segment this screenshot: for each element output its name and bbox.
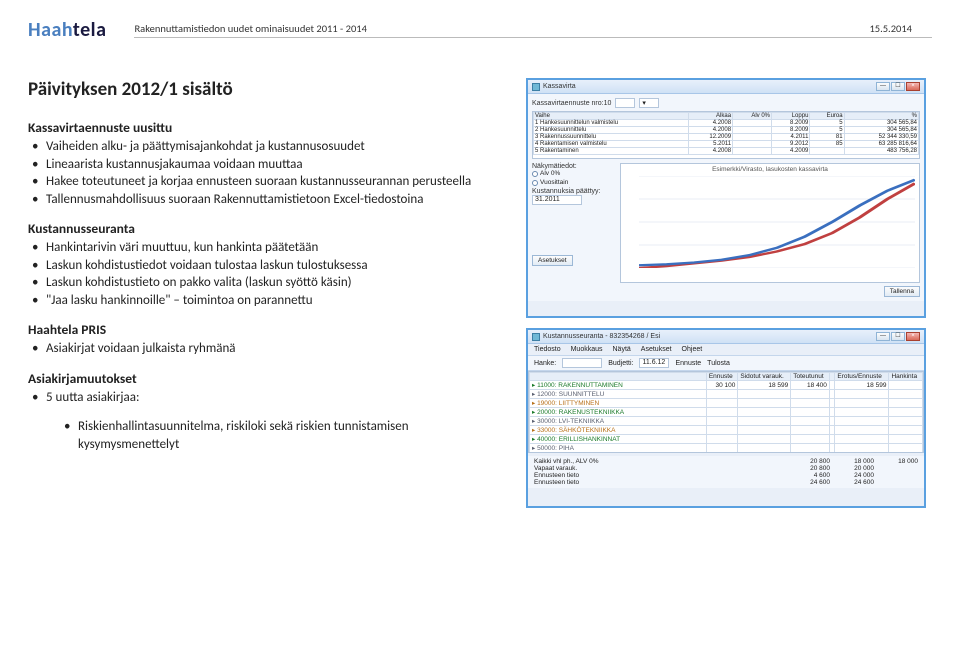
field[interactable]: [562, 358, 602, 368]
list-item: Tallennusmahdollisuus suoraan Rakennutta…: [32, 191, 508, 209]
table-row[interactable]: ▸ 12000: SUUNNITTELU: [530, 390, 923, 399]
summary-panel: Kaikki vhl ph., ALV 0%20 80018 00018 000…: [528, 456, 924, 488]
menu-item[interactable]: Tiedosto: [534, 346, 561, 353]
cost-list: EnnusteSidotut varauk.ToteutunutErotus/E…: [528, 371, 924, 453]
section-kustannusseuranta-list: Hankintarivin väri muuttuu, kun hankinta…: [32, 239, 508, 309]
section-kassavirta-heading: Kassavirtaennuste uusittu: [28, 119, 508, 136]
menu-item[interactable]: Ohjeet: [682, 346, 703, 353]
menubar: Tiedosto Muokkaus Näytä Asetukset Ohjeet: [528, 344, 924, 356]
table-row: 1 Hankesuunnittelun valmistelu4.20088.20…: [534, 120, 919, 127]
list-item: Laskun kohdistustieto on pakko valita (l…: [32, 274, 508, 292]
list-item: Vaiheiden alku- ja päättymisajankohdat j…: [32, 138, 508, 156]
section-pris-list: Asiakirjat voidaan julkaista ryhmänä: [32, 340, 508, 358]
header-date: 15.5.2014: [869, 22, 912, 35]
table-row[interactable]: ▸ 71000: TONTTI: [530, 453, 923, 454]
window-titlebar: Kustannusseuranta - 832354268 / Esi — ☐ …: [528, 330, 924, 344]
section-muutokset-sublist: Riskienhallintasuunnitelma, riskiloki se…: [64, 418, 508, 453]
section-kustannusseuranta-heading: Kustannusseuranta: [28, 220, 508, 237]
section-kassavirta-list: Vaiheiden alku- ja päättymisajankohdat j…: [32, 138, 508, 208]
radio-vuosi[interactable]: Vuosittain: [532, 179, 616, 186]
list-item: Hankintarivin väri muuttuu, kun hankinta…: [32, 239, 508, 257]
phase-table: Vaihe Alkaa Alv 0% Loppu Euroa % 1 Hanke…: [532, 111, 920, 159]
radio-alv[interactable]: Alv 0%: [532, 170, 616, 177]
id-field-2[interactable]: ▾: [639, 98, 659, 108]
table-row[interactable]: ▸ 40000: ERILLISHANKINNAT: [530, 435, 923, 444]
menu-item[interactable]: Muokkaus: [571, 346, 603, 353]
logo: Haahtela: [28, 18, 106, 42]
window-icon: [532, 83, 540, 91]
screenshot-kassavirta: Kassavirta — ☐ × Kassavirtaennuste nro:1…: [526, 78, 926, 318]
list-item: Lineaarista kustannusjakaumaa voidaan mu…: [32, 156, 508, 174]
window-title: Kustannusseuranta - 832354268 / Esi: [543, 333, 660, 340]
save-button[interactable]: Tallenna: [884, 286, 920, 297]
list-item: 5 uutta asiakirjaa:: [32, 389, 508, 407]
window-close-button[interactable]: ×: [906, 332, 920, 341]
table-row[interactable]: ▸ 20000: RAKENUSTEKNIIKKA: [530, 408, 923, 417]
field[interactable]: 11.6.12: [639, 358, 669, 368]
table-row: 5 Rakentaminen4.20084.2009483 756,28: [534, 148, 919, 155]
table-row[interactable]: ▸ 30000: LVI-TEKNIIKKA: [530, 417, 923, 426]
section-muutokset-heading: Asiakirjamuutokset: [28, 370, 508, 387]
cashflow-chart: Esimerkki/Virasto, lasukosten kassavirta: [620, 163, 920, 283]
section-muutokset-list: 5 uutta asiakirjaa:: [32, 389, 508, 407]
header-subtitle: Rakennuttamistiedon uudet ominaisuudet 2…: [134, 22, 869, 35]
list-item: Asiakirjat voidaan julkaista ryhmänä: [32, 340, 508, 358]
header: Haahtela Rakennuttamistiedon uudet omina…: [28, 18, 932, 42]
list-item: Riskienhallintasuunnitelma, riskiloki se…: [64, 418, 508, 453]
window-titlebar: Kassavirta — ☐ ×: [528, 80, 924, 94]
window-icon: [532, 333, 540, 341]
section-pris-heading: Haahtela PRIS: [28, 321, 508, 338]
window-maximize-button[interactable]: ☐: [891, 82, 905, 91]
menu-item[interactable]: Asetukset: [641, 346, 672, 353]
header-divider: [134, 37, 932, 38]
info-row: Hanke: Budjetti: 11.6.12 Ennuste Tulosta: [528, 356, 924, 371]
page-title: Päivityksen 2012/1 sisältö: [28, 78, 508, 101]
window-maximize-button[interactable]: ☐: [891, 332, 905, 341]
window-title: Kassavirta: [543, 83, 576, 90]
date-field[interactable]: 31.2011: [532, 195, 582, 205]
id-field[interactable]: [615, 98, 635, 108]
screenshot-kustannusseuranta: Kustannusseuranta - 832354268 / Esi — ☐ …: [526, 328, 926, 508]
list-item: Laskun kohdistustiedot voidaan tulostaa …: [32, 257, 508, 275]
settings-panel: Näkymätiedot: Alv 0% Vuosittain Kustannu…: [532, 163, 616, 283]
table-row[interactable]: ▸ 19000: LIITTYMINEN: [530, 399, 923, 408]
id-label: Kassavirtaennuste nro:10: [532, 100, 611, 107]
list-item: "Jaa lasku hankinnoille" – toimintoa on …: [32, 292, 508, 310]
table-row[interactable]: ▸ 11000: RAKENNUTTAMINEN30 10018 59918 4…: [530, 381, 923, 390]
window-close-button[interactable]: ×: [906, 82, 920, 91]
window-minimize-button[interactable]: —: [876, 82, 890, 91]
window-minimize-button[interactable]: —: [876, 332, 890, 341]
table-row[interactable]: ▸ 50000: PIHA: [530, 444, 923, 453]
menu-item[interactable]: Näytä: [613, 346, 631, 353]
table-row: 4 Rakentamisen valmistelu5.20119.2012856…: [534, 141, 919, 148]
settings-button[interactable]: Asetukset: [532, 255, 573, 266]
table-row[interactable]: ▸ 33000: SÄHKÖTEKNIIKKA: [530, 426, 923, 435]
chart-title: Esimerkki/Virasto, lasukosten kassavirta: [712, 166, 828, 173]
list-item: Hakee toteutuneet ja korjaa ennusteen su…: [32, 173, 508, 191]
table-row: 2 Hankesuunnittelu4.20088.20095304 565,8…: [534, 127, 919, 134]
table-row: 3 Rakennussuunnittelu12.20094.20118152 3…: [534, 134, 919, 141]
